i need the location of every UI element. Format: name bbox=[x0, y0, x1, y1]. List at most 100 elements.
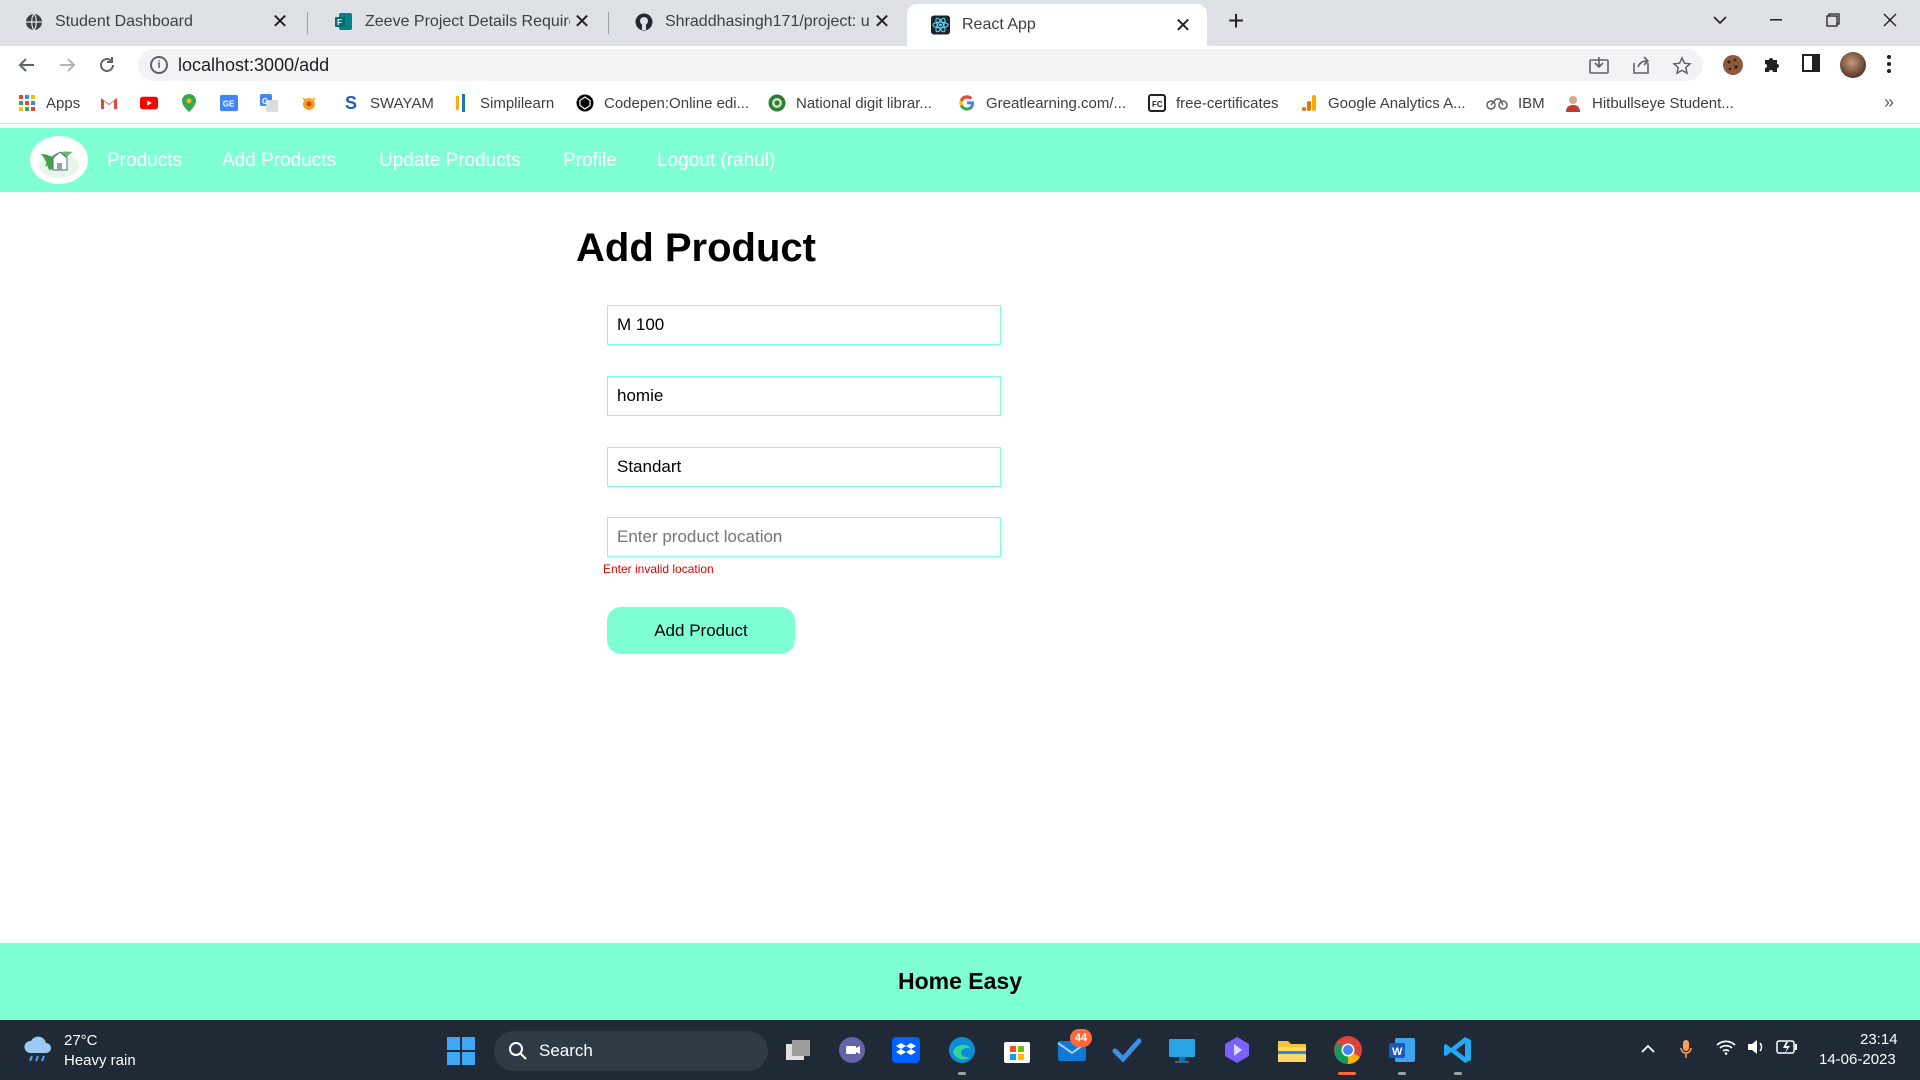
microsoft-store-icon[interactable] bbox=[999, 1032, 1035, 1068]
tab-student-dashboard[interactable]: Student Dashboard ✕ bbox=[0, 0, 304, 43]
bookmark-ibm[interactable]: IBM bbox=[1486, 94, 1545, 112]
battery-charging-icon[interactable] bbox=[1776, 1039, 1798, 1059]
address-bar[interactable]: i localhost:3000/add bbox=[138, 49, 1703, 81]
restore-icon[interactable] bbox=[1805, 0, 1861, 40]
add-product-button[interactable]: Add Product bbox=[607, 607, 795, 654]
nav-update-products[interactable]: Update Products bbox=[379, 150, 521, 172]
bookmark-swayam[interactable]: S SWAYAM bbox=[342, 93, 434, 113]
close-window-icon[interactable] bbox=[1862, 0, 1918, 40]
new-tab-button[interactable]: + bbox=[1220, 6, 1252, 38]
install-app-icon[interactable] bbox=[1589, 56, 1609, 79]
weather-rain-icon[interactable] bbox=[22, 1035, 54, 1063]
github-icon bbox=[634, 12, 653, 31]
wifi-icon[interactable] bbox=[1716, 1039, 1736, 1060]
tab-search-icon[interactable] bbox=[1692, 0, 1748, 40]
tab-github-project[interactable]: Shraddhasingh171/project: uses ✕ bbox=[610, 0, 906, 43]
google-translate-icon: G bbox=[260, 94, 278, 112]
word-icon[interactable]: W bbox=[1384, 1032, 1420, 1068]
todo-check-icon[interactable] bbox=[1109, 1032, 1145, 1068]
site-info-icon[interactable]: i bbox=[150, 56, 168, 74]
nav-logout[interactable]: Logout (rahul) bbox=[657, 150, 775, 172]
footer-brand: Home Easy bbox=[897, 968, 1022, 994]
bookmark-codepen[interactable]: Codepen:Online edi... bbox=[576, 94, 749, 112]
tab-title: Student Dashboard bbox=[55, 12, 193, 30]
reload-icon[interactable] bbox=[90, 48, 124, 82]
more-bookmarks-icon[interactable]: » bbox=[1884, 92, 1894, 113]
analytics-icon bbox=[1300, 94, 1318, 112]
profile-avatar[interactable] bbox=[1840, 52, 1866, 78]
tab-react-app[interactable]: React App ✕ bbox=[907, 4, 1207, 46]
bookmark-star-icon[interactable] bbox=[1672, 56, 1692, 81]
bookmark-ndl[interactable]: National digit librar... bbox=[768, 94, 932, 112]
running-indicator bbox=[958, 1072, 966, 1075]
bookmark-apps[interactable]: Apps bbox=[18, 94, 80, 112]
globe-icon bbox=[24, 12, 43, 31]
power-automate-icon[interactable] bbox=[1219, 1032, 1255, 1068]
bookmark-google-analytics[interactable]: Google Analytics A... bbox=[1300, 94, 1466, 112]
close-tab-icon[interactable]: ✕ bbox=[870, 9, 894, 34]
bookmark-gmail[interactable] bbox=[100, 94, 128, 112]
vscode-icon[interactable] bbox=[1440, 1032, 1476, 1068]
google-icon bbox=[958, 94, 976, 112]
ndl-icon bbox=[768, 94, 786, 112]
windows-start-icon[interactable] bbox=[447, 1037, 475, 1065]
maps-icon bbox=[180, 94, 198, 112]
microphone-icon[interactable] bbox=[1680, 1039, 1692, 1064]
bookmark-label: National digit librar... bbox=[796, 94, 932, 112]
forward-arrow-icon[interactable] bbox=[50, 48, 84, 82]
extensions-puzzle-icon[interactable] bbox=[1762, 54, 1782, 80]
show-hidden-icons-chevron-icon[interactable] bbox=[1640, 1039, 1656, 1059]
close-tab-icon[interactable]: ✕ bbox=[1171, 13, 1195, 38]
product-category-input[interactable] bbox=[607, 447, 1001, 487]
bookmark-bug[interactable] bbox=[300, 94, 328, 112]
bookmark-free-certificates[interactable]: FC free-certificates bbox=[1148, 94, 1279, 112]
bookmark-maps[interactable] bbox=[180, 94, 208, 112]
file-explorer-icon[interactable] bbox=[1274, 1032, 1310, 1068]
clock-date[interactable]: 14-06-2023 bbox=[1819, 1051, 1896, 1068]
bookmark-label: SWAYAM bbox=[370, 94, 434, 112]
running-indicator bbox=[1398, 1072, 1406, 1075]
bookmark-hitbullseye[interactable]: Hitbullseye Student... bbox=[1564, 94, 1734, 112]
volume-icon[interactable] bbox=[1746, 1039, 1766, 1060]
edge-icon[interactable] bbox=[944, 1032, 980, 1068]
tab-zeeve-project[interactable]: F Zeeve Project Details Required :- ✕ bbox=[310, 0, 606, 43]
teams-chat-icon[interactable] bbox=[834, 1032, 870, 1068]
close-tab-icon[interactable]: ✕ bbox=[570, 9, 594, 34]
minimize-icon[interactable] bbox=[1748, 0, 1804, 40]
forms-icon: F bbox=[334, 12, 353, 31]
url-text: localhost:3000/add bbox=[178, 55, 330, 75]
app-footer: Home Easy bbox=[0, 943, 1920, 1020]
chrome-icon[interactable] bbox=[1330, 1032, 1366, 1068]
more-menu-icon[interactable] bbox=[1886, 54, 1892, 80]
cookie-extension-icon[interactable] bbox=[1722, 54, 1744, 82]
nav-add-products[interactable]: Add Products bbox=[222, 150, 336, 172]
dropbox-icon[interactable] bbox=[888, 1032, 924, 1068]
apps-grid-icon bbox=[18, 94, 36, 112]
browser-tab-strip: Student Dashboard ✕ F Zeeve Project Deta… bbox=[0, 0, 1920, 46]
bookmark-simplilearn[interactable]: Simplilearn bbox=[452, 94, 554, 112]
close-tab-icon[interactable]: ✕ bbox=[268, 9, 292, 34]
bookmark-label: Google Analytics A... bbox=[1328, 94, 1466, 112]
bookmark-translate[interactable]: G bbox=[260, 94, 288, 112]
product-price-input[interactable] bbox=[607, 376, 1001, 416]
taskbar-search[interactable]: Search bbox=[494, 1031, 768, 1071]
bookmark-youtube[interactable] bbox=[140, 94, 168, 112]
share-icon[interactable] bbox=[1631, 56, 1651, 79]
browser-toolbar: i localhost:3000/add bbox=[0, 46, 1920, 84]
side-panel-icon[interactable] bbox=[1802, 54, 1820, 78]
location-error-message: Enter invalid location bbox=[603, 562, 714, 576]
back-arrow-icon[interactable] bbox=[10, 48, 44, 82]
nav-profile[interactable]: Profile bbox=[563, 150, 617, 172]
bookmark-classroom[interactable]: GE bbox=[220, 94, 248, 112]
remote-desktop-icon[interactable] bbox=[1164, 1032, 1200, 1068]
task-view-icon[interactable] bbox=[780, 1032, 816, 1068]
bookmark-greatlearning[interactable]: Greatlearning.com/... bbox=[958, 94, 1126, 112]
product-location-input[interactable] bbox=[607, 517, 1001, 557]
bookmark-label: Apps bbox=[46, 94, 81, 112]
bookmark-label: free-certificates bbox=[1176, 94, 1279, 112]
nav-products[interactable]: Products bbox=[107, 150, 182, 172]
product-name-input[interactable] bbox=[607, 305, 1001, 345]
home-easy-logo[interactable] bbox=[30, 136, 88, 184]
clock-time[interactable]: 23:14 bbox=[1860, 1031, 1898, 1048]
svg-text:FC: FC bbox=[1152, 100, 1163, 109]
